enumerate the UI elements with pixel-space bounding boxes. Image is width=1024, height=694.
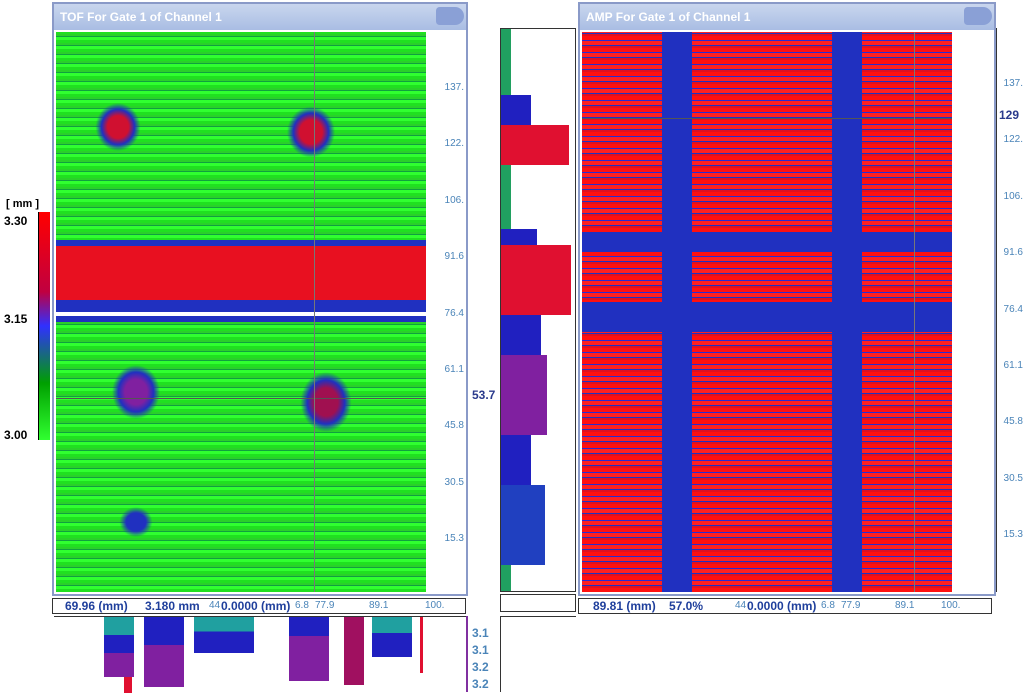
tof-bottom-profile (54, 616, 466, 693)
tof-panel[interactable]: TOF For Gate 1 of Channel 1 137. 122. 10… (52, 2, 468, 596)
bottom-empty-box (500, 616, 576, 692)
bottom-scale-label: 3.2 (472, 660, 489, 674)
amp-readout-bar: 89.81 (mm) 57.0% 0.0000 (mm) 44 6.8 77.9… (578, 598, 992, 614)
color-scale-tick-line (30, 212, 39, 440)
amp-x-tick: 100. (941, 600, 961, 611)
color-scale: [ mm ] 3.30 3.15 3.00 (0, 196, 52, 446)
amp-y-tick: 15.3 (1003, 529, 1023, 540)
amp-x-tick: 77.9 (841, 600, 861, 611)
color-scale-label-high: 3.30 (4, 214, 28, 228)
amp-y-tick: 122. (1003, 134, 1023, 145)
amp-title-tab-icon[interactable] (964, 7, 992, 25)
tof-readout-value: 3.180 mm (145, 599, 200, 613)
amp-y-tick: 137. (1003, 78, 1023, 89)
tof-y-tick: 137. (444, 82, 464, 93)
amp-title-bar[interactable]: AMP For Gate 1 of Channel 1 (580, 4, 994, 30)
tof-y-tick: 45.8 (444, 420, 464, 431)
amp-panel[interactable]: AMP For Gate 1 of Channel 1 (578, 2, 996, 596)
amp-x-tick: 89.1 (895, 600, 915, 611)
amp-cursor-vertical[interactable] (914, 32, 915, 592)
color-scale-unit: [ mm ] (6, 198, 39, 210)
tof-x-tick: 44 (209, 600, 221, 611)
amp-y-tick: 106. (1003, 191, 1023, 202)
amp-readout-offset: 0.0000 (mm) (747, 599, 817, 613)
bottom-scale-label: 3.2 (472, 677, 489, 691)
amp-title: AMP For Gate 1 of Channel 1 (586, 10, 751, 24)
tof-title-tab-icon[interactable] (436, 7, 464, 25)
tof-y-tick: 61.1 (444, 364, 464, 375)
tof-y-tick: 76.4 (444, 308, 464, 319)
tof-y-axis: 137. 122. 106. 91.6 76.4 61.1 45.8 30.5 … (430, 32, 466, 592)
tof-title: TOF For Gate 1 of Channel 1 (60, 10, 222, 24)
tof-side-histogram-footer (500, 594, 576, 612)
amp-y-axis-box: 137. 122. 106. 91.6 76.4 61.1 45.8 30.5 … (996, 28, 1024, 592)
amp-cscan-image[interactable] (582, 32, 952, 592)
tof-readout-bar: 69.96 (mm) 3.180 mm 0.0000 (mm) 44 6.8 7… (52, 598, 466, 614)
tof-x-tick: 89.1 (369, 600, 389, 611)
tof-y-tick: 30.5 (444, 477, 464, 488)
tof-title-bar[interactable]: TOF For Gate 1 of Channel 1 (54, 4, 466, 30)
bottom-scale-label: 3.1 (472, 643, 489, 657)
bottom-profile-scale: 3.1 3.1 3.2 3.2 (466, 616, 500, 692)
tof-x-tick: 100. (425, 600, 445, 611)
tof-cscan-image[interactable] (56, 32, 426, 592)
tof-side-histogram (500, 28, 576, 592)
color-scale-label-low: 3.00 (4, 428, 28, 442)
tof-readout-x: 69.96 (mm) (65, 599, 128, 613)
amp-x-tick: 6.8 (821, 600, 835, 611)
tof-y-tick: 15.3 (444, 533, 464, 544)
bottom-scale-label: 3.1 (472, 626, 489, 640)
amp-readout-value: 57.0% (669, 599, 704, 613)
amp-y-tick: 45.8 (1003, 416, 1023, 427)
amp-cursor-value: 129 (999, 108, 1020, 122)
amp-readout-x: 89.81 (mm) (593, 599, 656, 613)
tof-cursor-horizontal[interactable] (56, 398, 426, 399)
tof-y-tick: 91.6 (444, 251, 464, 262)
amp-y-tick: 61.1 (1003, 360, 1023, 371)
tof-cursor-value: 53.7 (472, 388, 496, 402)
tof-y-tick: 122. (444, 138, 464, 149)
amp-cursor-horizontal[interactable] (582, 118, 952, 119)
amp-y-tick: 91.6 (1003, 247, 1023, 258)
color-scale-bar (38, 212, 50, 440)
amp-y-tick: 76.4 (1003, 304, 1023, 315)
tof-x-tick: 77.9 (315, 600, 335, 611)
tof-cursor-vertical[interactable] (314, 32, 315, 592)
tof-readout-offset: 0.0000 (mm) (221, 599, 291, 613)
tof-y-tick: 106. (444, 195, 464, 206)
color-scale-label-mid: 3.15 (4, 312, 28, 326)
amp-white-margin (952, 32, 956, 592)
amp-x-tick: 44 (735, 600, 747, 611)
tof-x-tick: 6.8 (295, 600, 309, 611)
amp-y-tick: 30.5 (1003, 473, 1023, 484)
